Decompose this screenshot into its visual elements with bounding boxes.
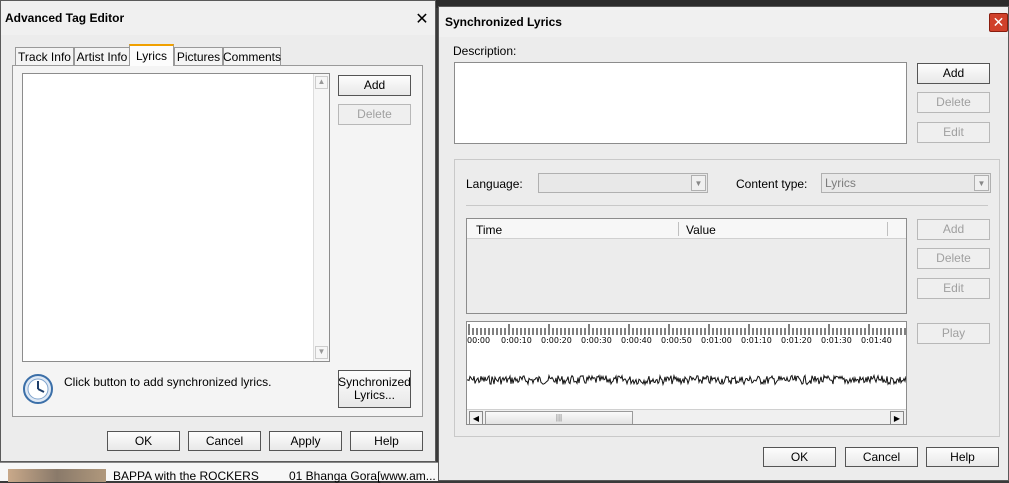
timeline-label: 0:00:20 (541, 336, 572, 345)
sync-ok-button[interactable]: OK (763, 447, 836, 467)
language-label: Language: (466, 177, 523, 191)
timeline-label: 0:00:40 (621, 336, 652, 345)
description-edit-button[interactable]: Edit (917, 122, 990, 143)
sync-lyrics-title: Synchronized Lyrics (445, 15, 562, 29)
advanced-tag-editor-window: Advanced Tag Editor ✕ Track Info Artist … (0, 0, 436, 462)
timeline-label: 0:00:10 (501, 336, 532, 345)
synchronized-lyrics-button[interactable]: Synchronized Lyrics... (338, 370, 411, 408)
header-divider (678, 222, 679, 236)
scroll-right-icon[interactable]: ▶ (890, 411, 904, 424)
background-track-list: BAPPA with the ROCKERS 01 Bhanga Gora[ww… (0, 462, 440, 483)
tag-editor-titlebar[interactable]: Advanced Tag Editor (1, 1, 435, 35)
album-art-thumbnail (8, 469, 106, 482)
tag-editor-ok-button[interactable]: OK (107, 431, 180, 451)
content-type-select[interactable]: Lyrics (821, 173, 991, 193)
tag-editor-apply-button[interactable]: Apply (269, 431, 342, 451)
waveform-view[interactable]: 00:00 0:00:10 0:00:20 0:00:30 0:00:40 0:00:50… (466, 321, 907, 425)
timeline-label: 0:01:40 (861, 336, 892, 345)
scroll-up-icon[interactable]: ▲ (315, 76, 328, 89)
sync-lyrics-titlebar[interactable]: Synchronized Lyrics (439, 7, 1008, 37)
tag-editor-help-button[interactable]: Help (350, 431, 423, 451)
timeline-label: 0:00:50 (661, 336, 692, 345)
synchronized-lyrics-window: Synchronized Lyrics ✕ Description: Add D… (438, 6, 1009, 481)
sync-hint-text: Click button to add synchronized lyrics. (64, 375, 272, 389)
tab-comments[interactable]: Comments (223, 47, 281, 65)
timeline-ruler (468, 324, 906, 335)
description-label: Description: (453, 44, 517, 58)
waveform-path (467, 373, 906, 387)
entry-delete-button[interactable]: Delete (917, 248, 990, 269)
tag-editor-title: Advanced Tag Editor (5, 11, 125, 25)
language-dropdown-icon[interactable]: ▼ (691, 175, 706, 191)
sync-cancel-button[interactable]: Cancel (845, 447, 918, 467)
tab-pictures[interactable]: Pictures (174, 47, 223, 65)
sync-lyrics-close-icon[interactable]: ✕ (989, 13, 1008, 32)
scroll-left-icon[interactable]: ◀ (469, 411, 483, 424)
table-header-time[interactable]: Time (476, 223, 502, 237)
timeline-label: 0:01:10 (741, 336, 772, 345)
timeline-label: 0:00:30 (581, 336, 612, 345)
timeline-label: 00:00 (467, 336, 491, 345)
tab-track-info[interactable]: Track Info (15, 47, 74, 65)
lyrics-scrollbar[interactable]: ▲ ▼ (313, 74, 329, 361)
lyrics-table[interactable]: Time Value (466, 218, 907, 314)
timeline-label: 0:01:00 (701, 336, 732, 345)
lyrics-delete-button[interactable]: Delete (338, 104, 411, 125)
audio-waveform (467, 373, 906, 387)
waveform-scroll-thumb[interactable]: ||| (485, 411, 633, 424)
description-add-button[interactable]: Add (917, 63, 990, 84)
sync-help-button[interactable]: Help (926, 447, 999, 467)
description-delete-button[interactable]: Delete (917, 92, 990, 113)
scroll-down-icon[interactable]: ▼ (315, 346, 328, 359)
tab-artist-info[interactable]: Artist Info (74, 47, 130, 65)
clock-icon (22, 373, 54, 405)
language-select[interactable] (538, 173, 708, 193)
table-header: Time Value (467, 219, 906, 239)
tab-lyrics[interactable]: Lyrics (129, 44, 174, 66)
waveform-scrollbar[interactable]: ◀ ||| ▶ (467, 409, 906, 424)
separator-line (466, 205, 988, 206)
entry-add-button[interactable]: Add (917, 219, 990, 240)
table-header-value[interactable]: Value (686, 223, 716, 237)
timeline-label: 0:01:20 (781, 336, 812, 345)
content-type-label: Content type: (736, 177, 808, 191)
lyrics-textarea[interactable] (22, 73, 330, 362)
tag-editor-close-icon[interactable]: ✕ (412, 9, 432, 29)
timeline-label: 0:01:30 (821, 336, 852, 345)
entry-edit-button[interactable]: Edit (917, 278, 990, 299)
content-type-dropdown-icon[interactable]: ▼ (974, 175, 989, 191)
header-divider-2 (887, 222, 888, 236)
tag-editor-cancel-button[interactable]: Cancel (188, 431, 261, 451)
play-button[interactable]: Play (917, 323, 990, 344)
description-textarea[interactable] (454, 62, 907, 144)
lyrics-add-button[interactable]: Add (338, 75, 411, 96)
